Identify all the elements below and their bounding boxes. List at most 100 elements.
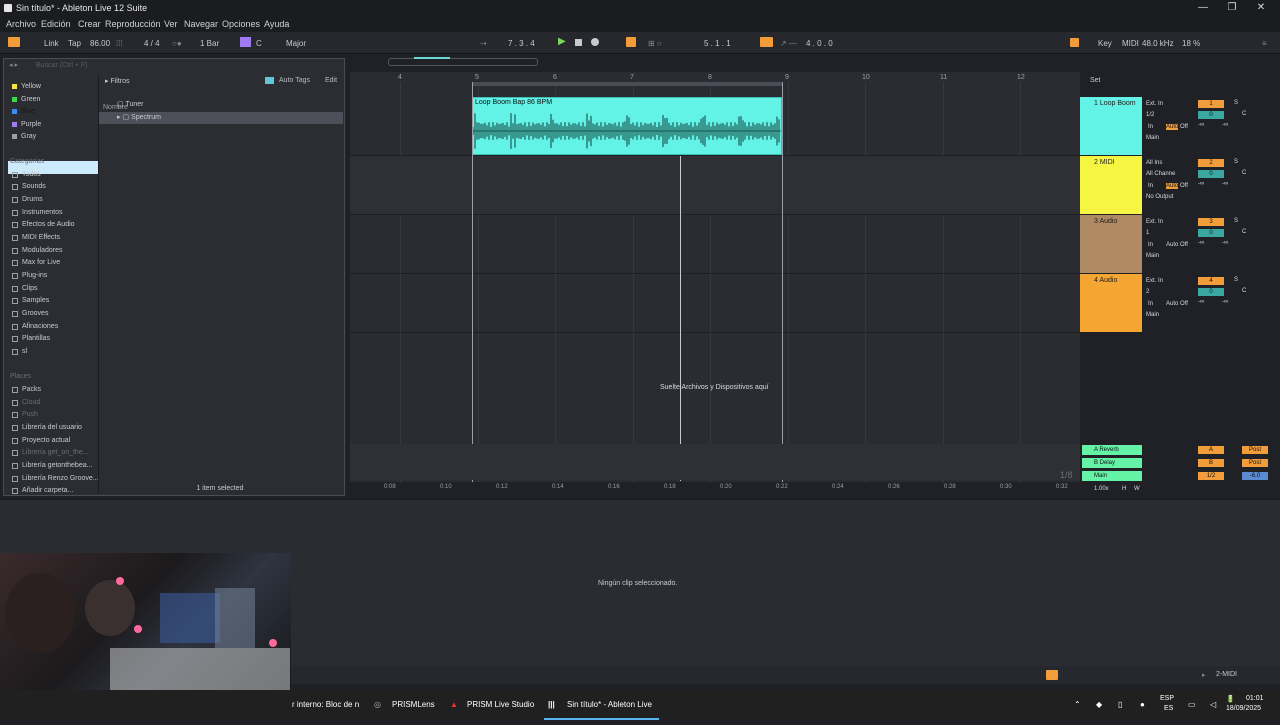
category-midi-effects[interactable]: MIDI Effects [12, 234, 60, 241]
place-packs[interactable]: Packs [12, 386, 41, 393]
follow-song-icon[interactable]: ⇢ [480, 39, 487, 48]
loop-brace[interactable] [472, 82, 782, 86]
scale-select[interactable]: Major [286, 39, 306, 48]
network-icon[interactable]: ▭ [1188, 700, 1196, 709]
link-button[interactable]: Link [44, 39, 59, 48]
post-fader-button[interactable]: -6.0 [1242, 472, 1268, 480]
menu-edicion[interactable]: Edición [41, 19, 71, 29]
pan-field[interactable]: C [1242, 229, 1246, 235]
output-select[interactable]: Main [1146, 253, 1159, 259]
auto-tags-button[interactable]: Auto Tags [279, 77, 310, 84]
track-header[interactable]: 1 Loop Boom [1080, 97, 1142, 155]
return-track-header[interactable]: A Reverb [1082, 445, 1142, 455]
record-icon[interactable] [591, 38, 599, 46]
category-grooves[interactable]: Grooves [12, 310, 48, 317]
track-lane[interactable] [350, 274, 1080, 333]
taskbar-prism-live[interactable]: PRISM Live Studio [467, 700, 534, 709]
category-samples[interactable]: Samples [12, 297, 49, 304]
menu-reproduccion[interactable]: Reproducción [105, 19, 161, 29]
arrangement-view[interactable]: 4 5 6 7 8 9 10 11 12 Loop Boom Bap 86 BP… [350, 72, 1080, 484]
track-activator-button[interactable]: 2 [1198, 159, 1224, 167]
w-button[interactable]: W [1134, 486, 1140, 492]
post-fader-button[interactable]: Post [1242, 459, 1268, 467]
menu-ver[interactable]: Ver [164, 19, 178, 29]
return-activator-button[interactable]: 1/2 [1198, 472, 1224, 480]
color-green[interactable]: Green [12, 96, 40, 103]
color-gray[interactable]: Gray [12, 133, 36, 140]
pencil-icon[interactable] [1070, 38, 1079, 47]
volume-field[interactable]: 0 [1198, 111, 1224, 119]
maximize-button[interactable]: ❐ [1225, 2, 1239, 13]
browser-toggle-button[interactable] [8, 37, 20, 47]
input-type-select[interactable]: All Ins [1146, 160, 1162, 166]
category-instrumentos[interactable]: Instrumentos [12, 209, 62, 216]
place-library-1[interactable]: Librería get_on_the... [12, 449, 89, 456]
volume-field[interactable]: 0 [1198, 170, 1224, 178]
return-activator-button[interactable]: B [1198, 459, 1224, 467]
automation-arm-button[interactable] [626, 37, 636, 47]
category-plantillas[interactable]: Plantillas [12, 335, 50, 342]
return-activator-button[interactable]: A [1198, 446, 1224, 454]
place-library-2[interactable]: Librería getonthebea... [12, 462, 92, 469]
volume-field[interactable]: 0 [1198, 288, 1224, 296]
time-ruler[interactable]: 0:08 0:10 0:12 0:14 0:16 0:18 0:20 0:22 0:24 0:26… [350, 482, 1080, 494]
category-drums[interactable]: Drums [12, 196, 43, 203]
category-efectos-audio[interactable]: Efectos de Audio [12, 221, 75, 228]
tray-expand-icon[interactable]: ⌃ [1074, 700, 1081, 709]
tray-mic-icon[interactable]: ● [1140, 700, 1145, 709]
loop-start[interactable]: 5 . 1 . 1 [704, 39, 731, 48]
monitor-in-button[interactable]: In [1148, 124, 1153, 130]
h-button[interactable]: H [1122, 486, 1126, 492]
color-yellow[interactable]: Yellow [12, 83, 41, 90]
monitor-auto-button[interactable]: Auto [1166, 183, 1179, 189]
menu-opciones[interactable]: Opciones [222, 19, 260, 29]
minimize-button[interactable]: — [1196, 2, 1210, 13]
song-position[interactable]: 7 . 3 . 4 [508, 39, 535, 48]
solo-button[interactable]: S [1234, 100, 1238, 106]
output-select[interactable]: Main [1146, 312, 1159, 318]
follow-icon[interactable]: ○● [172, 39, 182, 48]
close-button[interactable]: ✕ [1254, 2, 1268, 13]
place-library-3[interactable]: Librería Renzo Groove... [12, 475, 99, 482]
clock-time[interactable]: 01:01 [1246, 695, 1264, 702]
midi-map-button[interactable]: MIDI [1122, 39, 1139, 48]
time-signature[interactable]: 4 / 4 [144, 39, 160, 48]
tray-app-icon[interactable]: ◆ [1096, 700, 1102, 709]
audio-clip[interactable]: Loop Boom Bap 86 BPM [472, 97, 782, 155]
key-map-button[interactable]: Key [1098, 39, 1112, 48]
monitor-in-button[interactable]: In [1148, 301, 1153, 307]
tap-button[interactable]: Tap [68, 39, 81, 48]
output-select[interactable]: No Output [1146, 194, 1173, 200]
pan-field[interactable]: C [1242, 288, 1246, 294]
return-lane[interactable] [350, 444, 1080, 456]
category-max-for-live[interactable]: Max for Live [12, 259, 60, 266]
solo-button[interactable]: S [1234, 277, 1238, 283]
return-lane[interactable] [350, 456, 1080, 468]
category-plug-ins[interactable]: Plug-ins [12, 272, 47, 279]
solo-button[interactable]: S [1234, 159, 1238, 165]
overview-frame[interactable] [388, 58, 538, 66]
taskbar-ableton[interactable]: Sin título* - Ableton Live [567, 700, 652, 709]
monitor-off-button[interactable]: Off [1180, 242, 1188, 248]
zoom-level[interactable]: 1.00x [1094, 486, 1109, 492]
key-select[interactable]: C [256, 39, 262, 48]
category-sl[interactable]: sl [12, 348, 27, 355]
menu-icon[interactable]: ≡ [1262, 39, 1267, 48]
input-type-select[interactable]: Ext. In [1146, 278, 1163, 284]
tray-usb-icon[interactable]: ▯ [1118, 700, 1122, 709]
menu-archivo[interactable]: Archivo [6, 19, 36, 29]
track-activator-button[interactable]: 1 [1198, 100, 1224, 108]
pan-field[interactable]: C [1242, 170, 1246, 176]
metronome-icon[interactable]: ⁞⁞⁞ [116, 39, 123, 48]
input-channel-select[interactable]: All Channe [1146, 171, 1175, 177]
monitor-off-button[interactable]: Off [1180, 124, 1188, 130]
warning-icon[interactable] [1046, 670, 1058, 680]
place-user-library[interactable]: Librería del usuario [12, 424, 82, 431]
input-type-select[interactable]: Ext. In [1146, 101, 1163, 107]
pan-field[interactable]: C [1242, 111, 1246, 117]
category-clips[interactable]: Clips [12, 285, 38, 292]
category-todos[interactable]: Todos [12, 171, 41, 178]
monitor-in-button[interactable]: In [1148, 183, 1153, 189]
input-channel-select[interactable]: 2 [1146, 289, 1149, 295]
place-current-project[interactable]: Proyecto actual [12, 437, 70, 444]
